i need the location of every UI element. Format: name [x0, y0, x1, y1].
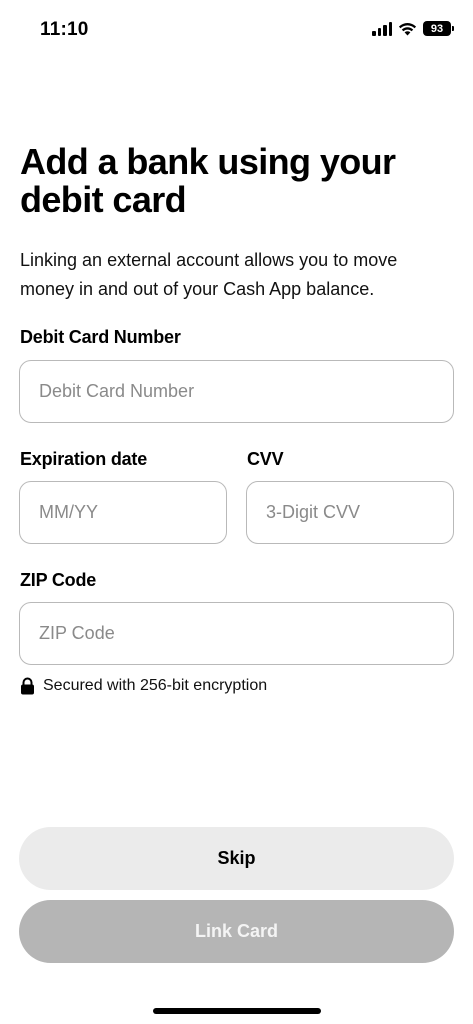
expiration-label: Expiration date — [20, 449, 148, 469]
cvv-label: CVV — [247, 449, 284, 469]
description: Linking an external account allows you t… — [20, 250, 398, 299]
screen: 11:10 93 Add a bank using your debit car… — [0, 0, 473, 1024]
home-indicator[interactable] — [153, 1008, 321, 1014]
lock-icon — [21, 677, 34, 695]
status-icons: 93 — [372, 21, 454, 36]
skip-button[interactable]: Skip — [19, 827, 454, 890]
expiration-input[interactable] — [39, 502, 226, 523]
cvv-input[interactable] — [266, 502, 453, 523]
security-note-text: Secured with 256-bit encryption — [43, 677, 268, 694]
battery-icon: 93 — [423, 21, 454, 36]
page-title: Add a bank using your debit card — [20, 141, 396, 220]
signal-icon — [372, 21, 392, 36]
security-note: Secured with 256-bit encryption — [20, 677, 267, 695]
card-number-input[interactable] — [39, 381, 453, 402]
cvv-field[interactable] — [246, 481, 454, 544]
link-card-button[interactable]: Link Card — [19, 900, 454, 963]
wifi-icon — [398, 22, 417, 36]
zip-field[interactable] — [19, 602, 454, 665]
zip-input[interactable] — [39, 623, 453, 644]
card-number-field[interactable] — [19, 360, 454, 423]
expiration-field[interactable] — [19, 481, 227, 544]
status-bar: 11:10 93 — [0, 0, 473, 60]
card-number-label: Debit Card Number — [20, 327, 181, 347]
zip-label: ZIP Code — [20, 570, 97, 590]
status-time: 11:10 — [40, 19, 89, 40]
